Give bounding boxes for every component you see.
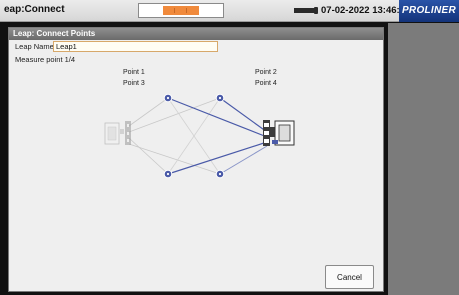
side-panel (388, 23, 459, 295)
connect-points-dialog: Leap: Connect Points Leap Name Measure p… (8, 27, 384, 292)
right-machine-icon (263, 120, 295, 146)
battery-icon (294, 7, 318, 14)
progress-indicator (138, 3, 224, 18)
connection-diagram (104, 93, 295, 179)
status-bar: eap:Connect 07-02-2022 13:46:57 PROLINER (0, 0, 459, 22)
cancel-button[interactable]: Cancel (325, 265, 374, 289)
progress-indicator-fill (163, 6, 199, 15)
app-title: eap:Connect (4, 4, 65, 15)
left-machine-icon (104, 121, 131, 145)
datetime: 07-02-2022 13:46:57 (321, 5, 411, 16)
brand-logo: PROLINER (399, 0, 459, 22)
